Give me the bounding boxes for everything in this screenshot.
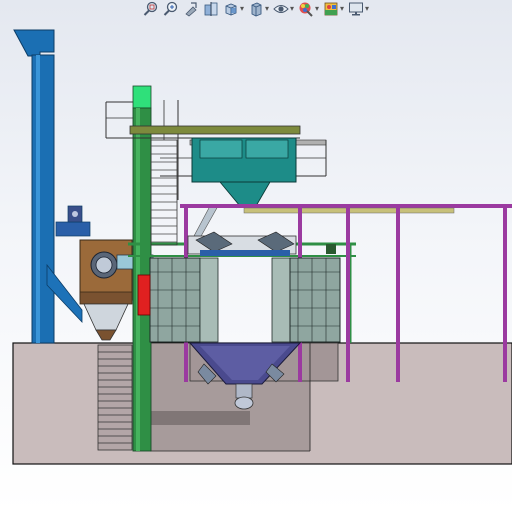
previous-view-button[interactable] — [183, 1, 199, 17]
zoom-to-fit-icon — [143, 1, 159, 17]
pit-access-ladder — [97, 344, 133, 451]
zoom-to-fit-button[interactable] — [143, 1, 159, 17]
edit-appearance-dropdown[interactable]: ▾ — [315, 5, 319, 13]
view-settings-dropdown[interactable]: ▾ — [365, 5, 369, 13]
apply-scene-dropdown[interactable]: ▾ — [340, 5, 344, 13]
shot-hopper — [191, 137, 297, 239]
bucket-elevator — [13, 29, 91, 344]
display-style-button[interactable]: ▾ — [248, 1, 269, 17]
section-view-button[interactable] — [203, 1, 219, 17]
hide-show-items-dropdown[interactable]: ▾ — [290, 5, 294, 13]
heads-up-view-toolbar: ▾ ▾ ▾ ▾ ▾ ▾ — [0, 0, 512, 18]
section-view-icon — [203, 1, 219, 17]
monitor-icon — [348, 1, 364, 17]
display-style-dropdown[interactable]: ▾ — [265, 5, 269, 13]
zoom-to-area-button[interactable] — [163, 1, 179, 17]
graphics-viewport[interactable] — [0, 18, 512, 512]
shot-blasting-machine-model[interactable] — [0, 18, 512, 512]
apply-scene-button[interactable]: ▾ — [323, 1, 344, 17]
hide-show-items-button[interactable]: ▾ — [273, 1, 294, 17]
view-orientation-icon — [223, 1, 239, 17]
zoom-to-area-icon — [163, 1, 179, 17]
edit-appearance-button[interactable]: ▾ — [298, 1, 319, 17]
view-settings-button[interactable]: ▾ — [348, 1, 369, 17]
apply-scene-icon — [323, 1, 339, 17]
edit-appearance-icon — [298, 1, 314, 17]
previous-view-icon — [183, 1, 199, 17]
view-orientation-dropdown[interactable]: ▾ — [240, 5, 244, 13]
blast-cabinet — [137, 231, 341, 343]
hide-show-eye-icon — [273, 1, 289, 17]
view-orientation-button[interactable]: ▾ — [223, 1, 244, 17]
display-style-icon — [248, 1, 264, 17]
